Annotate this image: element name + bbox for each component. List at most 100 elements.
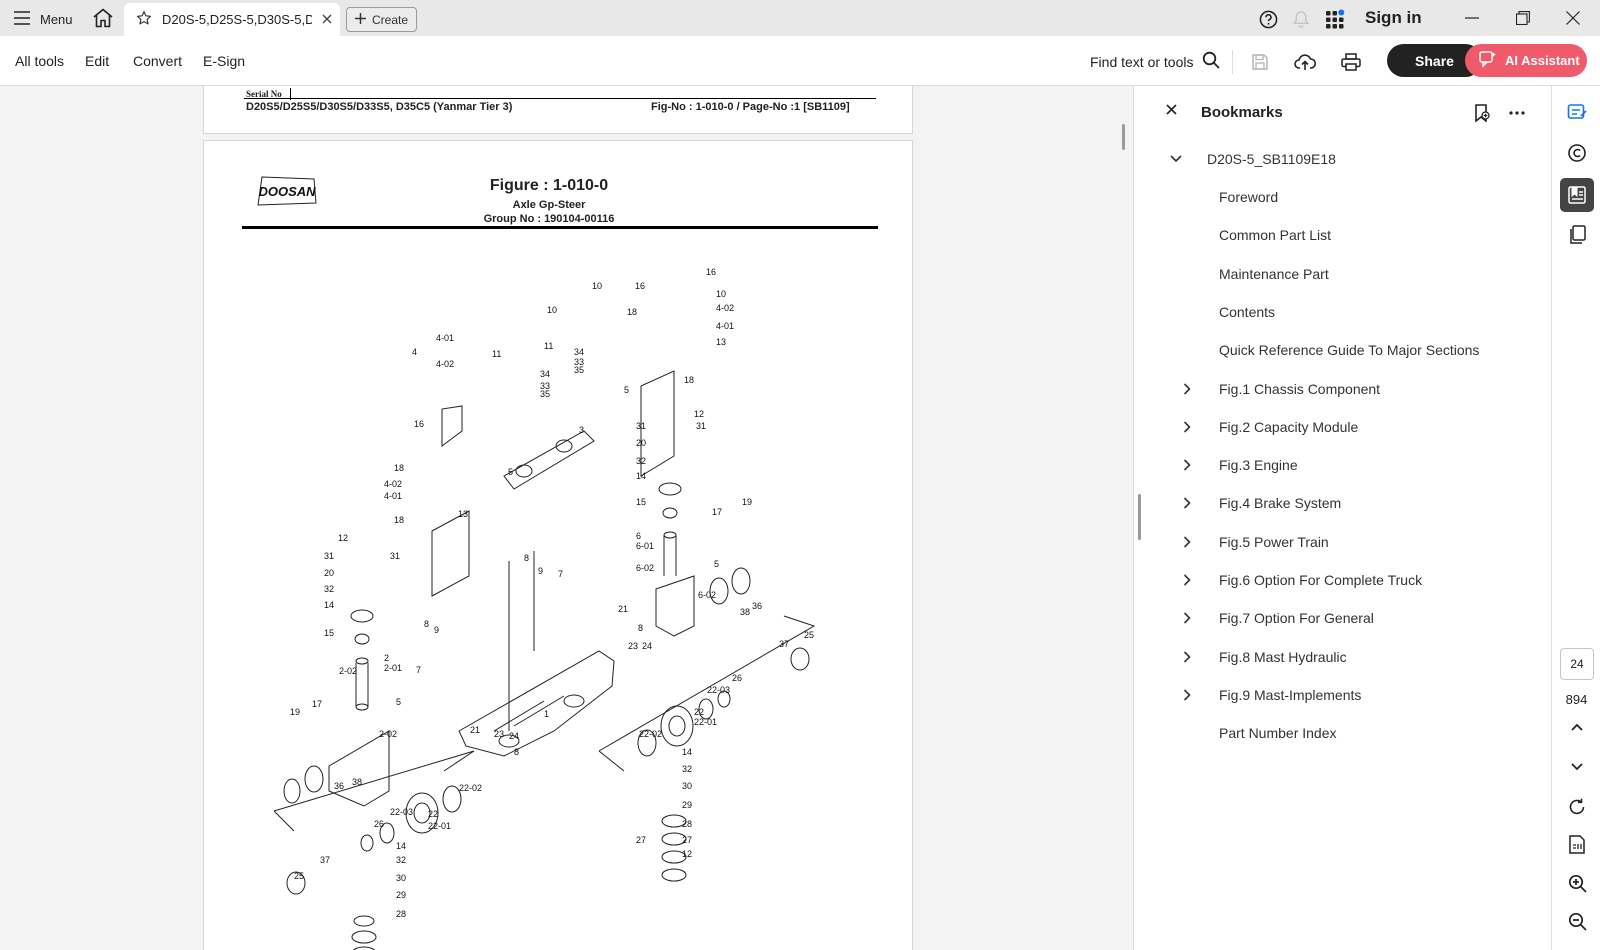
chevron-right-icon[interactable] — [1179, 687, 1195, 703]
part-callout: 22-01 — [428, 821, 451, 831]
panel-resize-handle[interactable] — [1138, 494, 1141, 540]
ai-assistant-button[interactable]: AI Assistant — [1465, 44, 1587, 77]
document-viewer[interactable]: Serial No D20S5/D25S5/D30S5/D33S5, D35C5… — [0, 86, 1133, 950]
part-callout: 25 — [804, 630, 814, 640]
chevron-down-icon[interactable] — [1564, 754, 1590, 780]
part-callout: 22-03 — [707, 685, 730, 695]
chevron-right-icon[interactable] — [1179, 610, 1195, 626]
bookmark-item[interactable]: Contents — [1219, 297, 1275, 327]
part-callout: 8 — [524, 553, 529, 563]
tab-close-icon[interactable] — [322, 12, 332, 27]
part-callout: 30 — [396, 873, 406, 883]
part-callout: 1 — [544, 709, 549, 719]
bookmark-item[interactable]: Common Part List — [1219, 220, 1331, 250]
part-callout: 14 — [682, 747, 692, 757]
create-button[interactable]: Create — [346, 7, 417, 32]
document-scrollbar[interactable] — [1122, 124, 1125, 150]
bookmark-item[interactable]: Part Number Index — [1219, 718, 1337, 748]
menu-label: Menu — [40, 11, 73, 27]
part-callout: 22-02 — [459, 783, 482, 793]
bookmark-item[interactable]: Maintenance Part — [1219, 259, 1329, 289]
add-bookmark-icon[interactable] — [1470, 101, 1494, 125]
part-callout: 27 — [636, 835, 646, 845]
bookmark-item[interactable]: Foreword — [1219, 182, 1278, 212]
part-callout: 17 — [712, 507, 722, 517]
close-panel-icon[interactable] — [1166, 102, 1180, 124]
chevron-right-icon[interactable] — [1179, 495, 1195, 511]
part-callout: 21 — [470, 725, 480, 735]
comment-edit-icon[interactable] — [1564, 100, 1590, 126]
e-sign-menu[interactable]: E-Sign — [203, 53, 245, 69]
minimize-icon[interactable] — [1459, 6, 1485, 30]
create-label: Create — [372, 12, 409, 27]
apps-grid-icon[interactable] — [1324, 8, 1346, 30]
chevron-down-icon[interactable] — [1168, 151, 1184, 167]
chevron-right-icon[interactable] — [1179, 381, 1195, 397]
chevron-right-icon[interactable] — [1179, 419, 1195, 435]
zoom-out-icon[interactable] — [1564, 908, 1590, 934]
part-callout: 14 — [396, 841, 406, 851]
part-callout: 20 — [636, 438, 646, 448]
chevron-right-icon[interactable] — [1179, 534, 1195, 550]
chevron-right-icon[interactable] — [1179, 457, 1195, 473]
restore-icon[interactable] — [1510, 6, 1536, 30]
find-tools-search[interactable]: Find text or tools — [1090, 51, 1220, 72]
bookmark-item[interactable]: Fig.4 Brake System — [1219, 488, 1341, 518]
document-tab[interactable]: D20S-5,D25S-5,D30S-5,D... — [124, 3, 340, 36]
bookmark-item[interactable]: Quick Reference Guide To Major Sections — [1219, 335, 1479, 365]
zoom-in-icon[interactable] — [1564, 870, 1590, 896]
part-callout: 27 — [682, 835, 692, 845]
bookmark-root[interactable]: D20S-5_SB1109E18 — [1207, 144, 1336, 174]
bookmark-item[interactable]: Fig.9 Mast-Implements — [1219, 680, 1361, 710]
part-callout: 4-01 — [384, 491, 402, 501]
annotation-icon[interactable] — [1564, 140, 1590, 166]
panel-title: Bookmarks — [1201, 104, 1283, 121]
bookmarks-tab-icon[interactable] — [1560, 178, 1594, 212]
sign-in-link[interactable]: Sign in — [1365, 8, 1422, 28]
bookmark-item[interactable]: Fig.1 Chassis Component — [1219, 374, 1380, 404]
bookmark-item[interactable]: Fig.7 Option For General — [1219, 603, 1374, 633]
home-icon[interactable] — [92, 8, 116, 30]
chevron-right-icon[interactable] — [1179, 572, 1195, 588]
plus-icon — [355, 12, 366, 27]
menu-button[interactable]: Menu — [14, 8, 73, 30]
part-callout: 6-02 — [698, 590, 716, 600]
right-tool-rail: 24 894 — [1551, 86, 1600, 950]
part-callout: 2-02 — [379, 729, 397, 739]
part-callout: 10 — [592, 281, 602, 291]
chevron-right-icon[interactable] — [1179, 649, 1195, 665]
fit-page-icon[interactable] — [1564, 832, 1590, 858]
bookmark-item[interactable]: Fig.6 Option For Complete Truck — [1219, 565, 1422, 595]
part-callout: 31 — [390, 551, 400, 561]
part-callout: 7 — [558, 569, 563, 579]
part-callout: 22-01 — [694, 717, 717, 727]
part-callout: 11 — [492, 349, 501, 359]
part-callout: 5 — [508, 467, 513, 477]
cloud-upload-icon[interactable] — [1293, 50, 1317, 74]
hamburger-icon — [14, 10, 30, 28]
ai-assistant-label: AI Assistant — [1505, 53, 1580, 68]
bookmark-item[interactable]: Fig.2 Capacity Module — [1219, 412, 1358, 442]
bookmark-item[interactable]: Fig.3 Engine — [1219, 450, 1298, 480]
bell-icon[interactable] — [1290, 8, 1312, 30]
edit-menu[interactable]: Edit — [85, 53, 109, 69]
bookmark-item[interactable]: Fig.8 Mast Hydraulic — [1219, 642, 1347, 672]
title-bar: Menu D20S-5,D25S-5,D30S-5,D... Create Si… — [0, 0, 1600, 36]
more-options-icon[interactable] — [1505, 101, 1529, 125]
save-icon[interactable] — [1248, 50, 1272, 74]
print-icon[interactable] — [1339, 50, 1363, 74]
part-callout: 31 — [636, 421, 646, 431]
figure-subtitle: Axle Gp-Steer — [512, 199, 586, 211]
bookmark-item[interactable]: Fig.5 Power Train — [1219, 527, 1329, 557]
chevron-up-icon[interactable] — [1564, 714, 1590, 740]
axle-exploded-diagram: 1610101618104-024-01134-0144-02111134333… — [273, 267, 816, 950]
convert-menu[interactable]: Convert — [133, 53, 182, 69]
star-icon[interactable] — [136, 10, 152, 29]
rotate-icon[interactable] — [1564, 794, 1590, 820]
group-number: Group No : 190104-00116 — [483, 213, 615, 225]
help-icon[interactable] — [1257, 8, 1279, 30]
pages-icon[interactable] — [1564, 222, 1590, 248]
current-page-input[interactable]: 24 — [1560, 648, 1594, 680]
all-tools-menu[interactable]: All tools — [15, 53, 64, 69]
close-window-icon[interactable] — [1560, 6, 1586, 30]
